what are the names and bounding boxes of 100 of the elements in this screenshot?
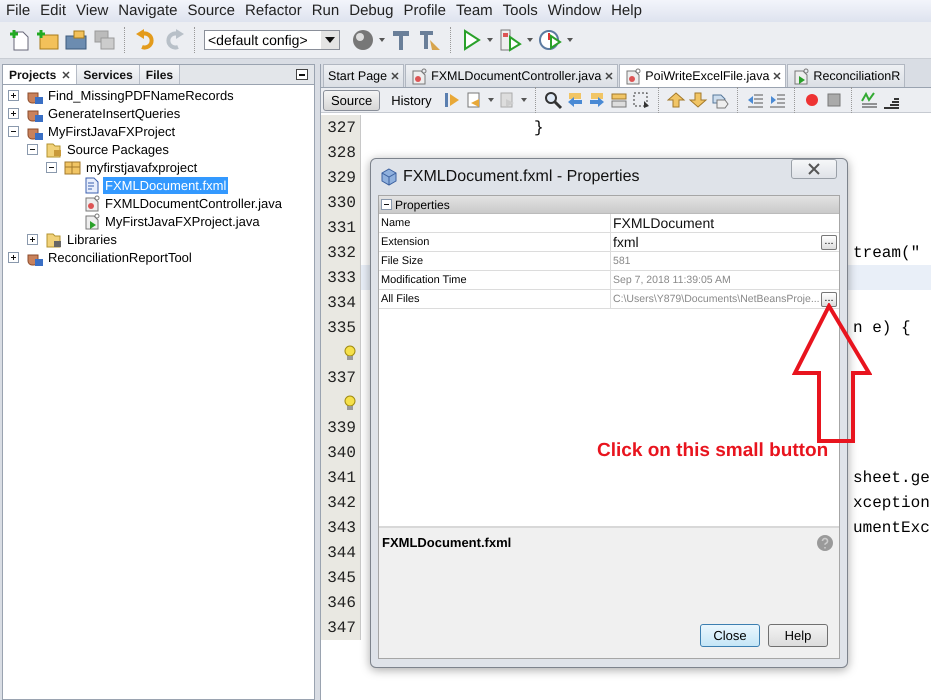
line-number: 335 (327, 318, 356, 336)
ellipsis-button[interactable]: ... (821, 292, 837, 306)
down-arrow-icon[interactable] (688, 90, 708, 110)
caret-icon[interactable] (378, 36, 386, 44)
dialog-title: FXMLDocument.fxml - Properties (403, 168, 641, 186)
panel-icon[interactable] (610, 90, 629, 110)
tree-item[interactable]: myfirstjavafxproject (84, 158, 200, 176)
lines-check-icon[interactable] (860, 90, 879, 110)
config-value: <default config> (208, 32, 308, 48)
tree-item[interactable]: Find_MissingPDFNameRecords (46, 86, 236, 104)
panel-tab[interactable]: Services (77, 65, 140, 84)
close-button[interactable] (791, 159, 837, 179)
panel-tab[interactable]: Files (140, 65, 180, 84)
tab-label: PoiWriteExcelFile.java (645, 69, 770, 83)
property-name: Modification Time (379, 271, 611, 289)
expand-icon[interactable] (8, 252, 19, 262)
collapse-icon[interactable] (381, 199, 392, 210)
fxml-file-icon (83, 176, 100, 194)
globe-icon[interactable] (352, 29, 374, 51)
caret-icon[interactable] (325, 36, 335, 44)
expand-icon[interactable] (27, 234, 38, 244)
ellipsis-button[interactable]: ... (821, 234, 837, 250)
search-icon[interactable] (544, 90, 563, 110)
config-dropdown[interactable]: <default config> (204, 30, 340, 50)
property-name: Name (379, 214, 611, 232)
tree-item[interactable]: FXMLDocumentController.java (103, 194, 284, 212)
collapse-icon[interactable] (8, 126, 19, 136)
description-title: FXMLDocument.fxml (382, 535, 512, 552)
menu-item[interactable]: Refactor (240, 0, 307, 22)
line-number: 327 (327, 118, 356, 136)
line-number: 334 (327, 294, 356, 312)
property-value: 581 (613, 255, 631, 267)
view-button[interactable]: Source (323, 90, 380, 110)
menu-item[interactable]: Source (182, 0, 240, 22)
debug-icon[interactable] (498, 28, 522, 52)
menu-item[interactable]: Navigate (113, 0, 182, 22)
tab-label: Projects (9, 68, 56, 82)
caret-icon[interactable] (566, 36, 574, 44)
dialog-button[interactable]: Help (768, 624, 828, 647)
editor-tab[interactable]: FXMLDocumentController.java (405, 64, 618, 87)
code-text: xception (853, 494, 930, 512)
caret-icon[interactable] (526, 36, 534, 44)
caret-icon[interactable] (486, 96, 495, 104)
new-folder-icon[interactable] (36, 28, 60, 52)
collapse-icon[interactable] (46, 162, 57, 172)
tree-item[interactable]: Libraries (65, 230, 119, 248)
code-text: } (534, 118, 544, 136)
tree-item[interactable]: Source Packages (65, 140, 171, 158)
tree-item[interactable]: MyFirstJavaFXProject (46, 122, 178, 140)
menu-item[interactable]: Help (606, 0, 647, 22)
code-text: sheet.ge (853, 468, 930, 486)
package-icon (64, 158, 81, 176)
collapse-icon[interactable] (27, 144, 38, 154)
tab-label: Files (146, 68, 174, 82)
expand-icon[interactable] (8, 90, 19, 100)
lightbulb-icon[interactable] (344, 344, 356, 360)
folder-icon (45, 230, 62, 248)
editor-tab[interactable]: PoiWriteExcelFile.java (619, 64, 786, 87)
expand-icon[interactable] (8, 108, 19, 118)
annotation-text: Click on this small button (597, 440, 828, 462)
line-number: 328 (327, 144, 356, 162)
panel-tab[interactable]: Projects (3, 65, 78, 84)
menu-item[interactable]: Run (306, 0, 344, 22)
menu-item[interactable]: Debug (344, 0, 398, 22)
editor-tab[interactable]: Start Page (323, 64, 404, 87)
menu-item[interactable]: Edit (35, 0, 72, 22)
editor-tab[interactable]: ReconciliationR (787, 64, 906, 87)
lightbulb-icon[interactable] (344, 394, 356, 410)
menu-item[interactable]: Profile (398, 0, 451, 22)
view-button[interactable]: History (383, 90, 440, 110)
close-icon[interactable] (605, 72, 614, 80)
menu-item[interactable]: Tools (498, 0, 543, 22)
code-text: n e) { (853, 318, 911, 336)
line-number: 342 (327, 494, 356, 512)
dialog-button[interactable]: Close (700, 624, 760, 647)
menu-item[interactable]: View (71, 0, 114, 22)
minimize-icon[interactable] (296, 69, 308, 80)
close-icon[interactable] (807, 163, 821, 175)
menu-item[interactable]: Team (450, 0, 498, 22)
caret-icon[interactable] (486, 36, 494, 44)
close-icon[interactable] (391, 72, 400, 80)
close-icon[interactable] (773, 72, 782, 80)
tree-item[interactable]: ReconciliationReportTool (46, 248, 194, 266)
property-value: Sep 7, 2018 11:39:05 AM (613, 274, 731, 286)
property-value: FXMLDocument (613, 215, 714, 231)
menu-item[interactable]: File (1, 0, 36, 22)
tree-item[interactable]: MyFirstJavaFXProject.java (103, 212, 262, 230)
tree-item[interactable]: GenerateInsertQueries (46, 104, 182, 122)
close-icon[interactable] (62, 70, 70, 78)
line-number: 337 (327, 368, 356, 386)
line-number: 345 (327, 568, 356, 586)
java-file-icon (624, 68, 642, 84)
caret-icon[interactable] (520, 96, 528, 104)
line-number: 332 (327, 244, 356, 262)
line-number: 339 (327, 418, 356, 436)
dashed-selection-icon[interactable] (632, 90, 651, 110)
open-folder-icon[interactable] (64, 28, 88, 52)
stopwatch-icon[interactable] (538, 28, 562, 52)
up-arrow-icon[interactable] (666, 90, 686, 110)
menu-item[interactable]: Window (542, 0, 606, 22)
